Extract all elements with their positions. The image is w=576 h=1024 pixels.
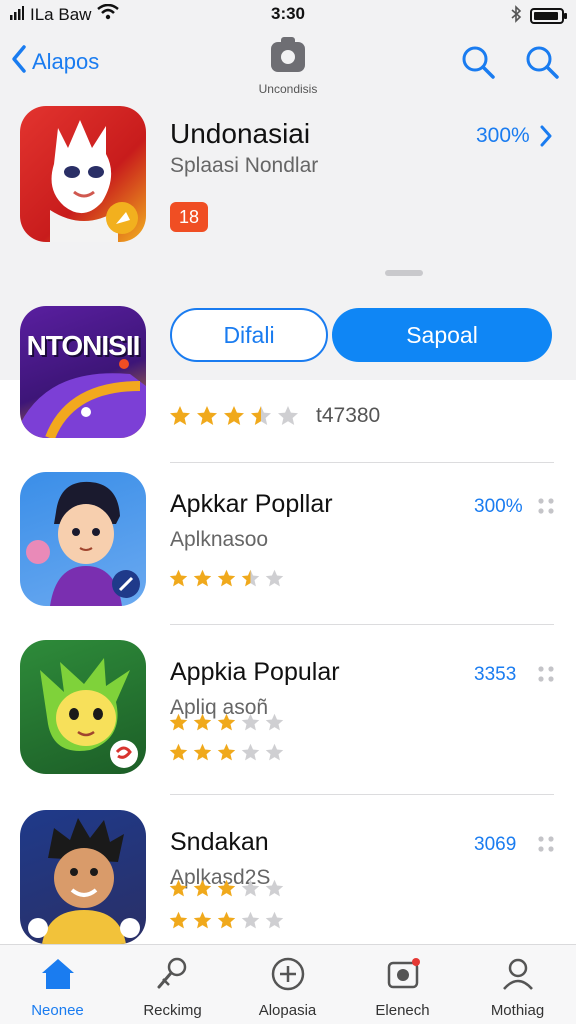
star-icon xyxy=(197,406,217,425)
star-rating xyxy=(168,712,285,733)
second-app-icon[interactable]: NTONISII xyxy=(20,306,146,438)
star-rating xyxy=(168,568,285,589)
more-icon[interactable] xyxy=(536,834,556,859)
more-icon[interactable] xyxy=(536,496,556,521)
star-icon xyxy=(241,879,260,897)
star-rating xyxy=(168,878,285,899)
star-rating-secondary xyxy=(168,910,285,931)
camera-badge-icon xyxy=(383,958,423,997)
star-icon xyxy=(169,911,188,929)
app-title: Apkkar Popllar xyxy=(170,490,333,518)
chevron-right-icon[interactable] xyxy=(538,124,554,153)
detail-button[interactable]: Difali xyxy=(170,308,328,362)
star-icon xyxy=(241,713,260,731)
ranking-icon xyxy=(153,957,193,997)
drag-handle[interactable] xyxy=(385,270,423,276)
chevron-left-icon xyxy=(10,44,28,80)
tab-label: Reckimg xyxy=(143,1002,202,1019)
tab-label: Alopasia xyxy=(258,1002,317,1019)
star-icon xyxy=(224,406,244,425)
app-title: Sndakan xyxy=(170,828,269,856)
profile-icon xyxy=(498,958,538,997)
featured-app-percent: 300% xyxy=(476,124,530,147)
star-icon xyxy=(193,911,212,929)
star-icon xyxy=(265,743,284,761)
search-icon[interactable] xyxy=(460,44,496,85)
list-item[interactable]: Apkkar Popllar Aplknasoo 300% xyxy=(0,472,576,622)
star-icon xyxy=(193,569,212,587)
back-label: Alapos xyxy=(32,49,100,74)
featured-app-icon[interactable] xyxy=(20,106,146,242)
tab-bar: Neonee Reckimg Alopasia Elenech Mothiag xyxy=(0,944,576,1024)
app-icon xyxy=(20,810,146,944)
tab-ranking[interactable]: Reckimg xyxy=(115,955,230,1019)
status-time: 3:30 xyxy=(270,4,306,23)
nav-center[interactable]: Uncondisis xyxy=(238,37,338,96)
tab-label: Elenech xyxy=(375,1002,430,1019)
tab-camera[interactable]: Elenech xyxy=(345,955,460,1019)
divider xyxy=(170,624,554,625)
search-icon[interactable] xyxy=(524,44,560,85)
star-icon xyxy=(278,406,298,425)
battery-icon xyxy=(530,8,567,24)
age-rating-badge: 18 xyxy=(170,202,208,232)
back-button[interactable]: Alapos xyxy=(10,44,99,80)
app-percent: 3069 xyxy=(474,834,517,855)
star-icon xyxy=(169,569,188,587)
add-icon xyxy=(268,957,308,997)
star-icon xyxy=(265,713,284,731)
rating-count: t47380 xyxy=(316,404,381,427)
app-icon xyxy=(20,472,146,606)
star-icon xyxy=(217,879,236,897)
tab-add[interactable]: Alopasia xyxy=(230,955,345,1019)
star-icon xyxy=(217,743,236,761)
star-icon xyxy=(169,879,188,897)
featured-app-title[interactable]: Undonasiai xyxy=(170,118,310,150)
divider xyxy=(170,794,554,795)
list-item[interactable]: Appkia Popular Apliq asoñ 3353 xyxy=(0,640,576,790)
nav-center-label: Uncondisis xyxy=(258,82,318,96)
app-percent: 300% xyxy=(474,496,523,517)
app-title: Appkia Popular xyxy=(170,658,340,686)
star-rating-secondary xyxy=(168,742,285,763)
status-bar: ILa Baw 3:30 xyxy=(0,0,576,28)
star-icon xyxy=(265,911,284,929)
star-icon xyxy=(251,406,271,425)
star-icon xyxy=(169,713,188,731)
star-icon xyxy=(241,743,260,761)
tab-home[interactable]: Neonee xyxy=(0,955,115,1019)
star-icon xyxy=(217,569,236,587)
star-icon xyxy=(265,879,284,897)
app-icon xyxy=(20,640,146,774)
tab-profile[interactable]: Mothiag xyxy=(460,955,575,1019)
divider xyxy=(170,462,554,463)
list-item[interactable]: Sndakan Aplkasd2S 3069 xyxy=(0,810,576,960)
star-icon xyxy=(193,879,212,897)
star-icon xyxy=(241,911,260,929)
featured-app-subtitle: Splaasi Nondlar xyxy=(170,154,319,177)
app-subtitle: Aplknasoo xyxy=(170,528,269,551)
camera-icon xyxy=(271,37,305,72)
more-icon[interactable] xyxy=(536,664,556,689)
bluetooth-icon xyxy=(510,5,522,27)
star-icon xyxy=(217,911,236,929)
star-icon xyxy=(193,743,212,761)
star-icon xyxy=(217,713,236,731)
star-icon xyxy=(193,713,212,731)
app-percent: 3353 xyxy=(474,664,517,685)
primary-action-button[interactable]: Sapoal xyxy=(332,308,552,362)
star-rating xyxy=(168,404,300,428)
tab-label: Mothiag xyxy=(490,1002,545,1019)
second-app-rating: t47380 xyxy=(168,404,380,428)
status-right xyxy=(510,5,567,27)
star-icon xyxy=(169,743,188,761)
home-icon xyxy=(38,959,78,997)
tab-label: Neonee xyxy=(31,1002,84,1019)
star-icon xyxy=(265,569,284,587)
star-icon xyxy=(241,569,260,587)
star-icon xyxy=(170,406,190,425)
